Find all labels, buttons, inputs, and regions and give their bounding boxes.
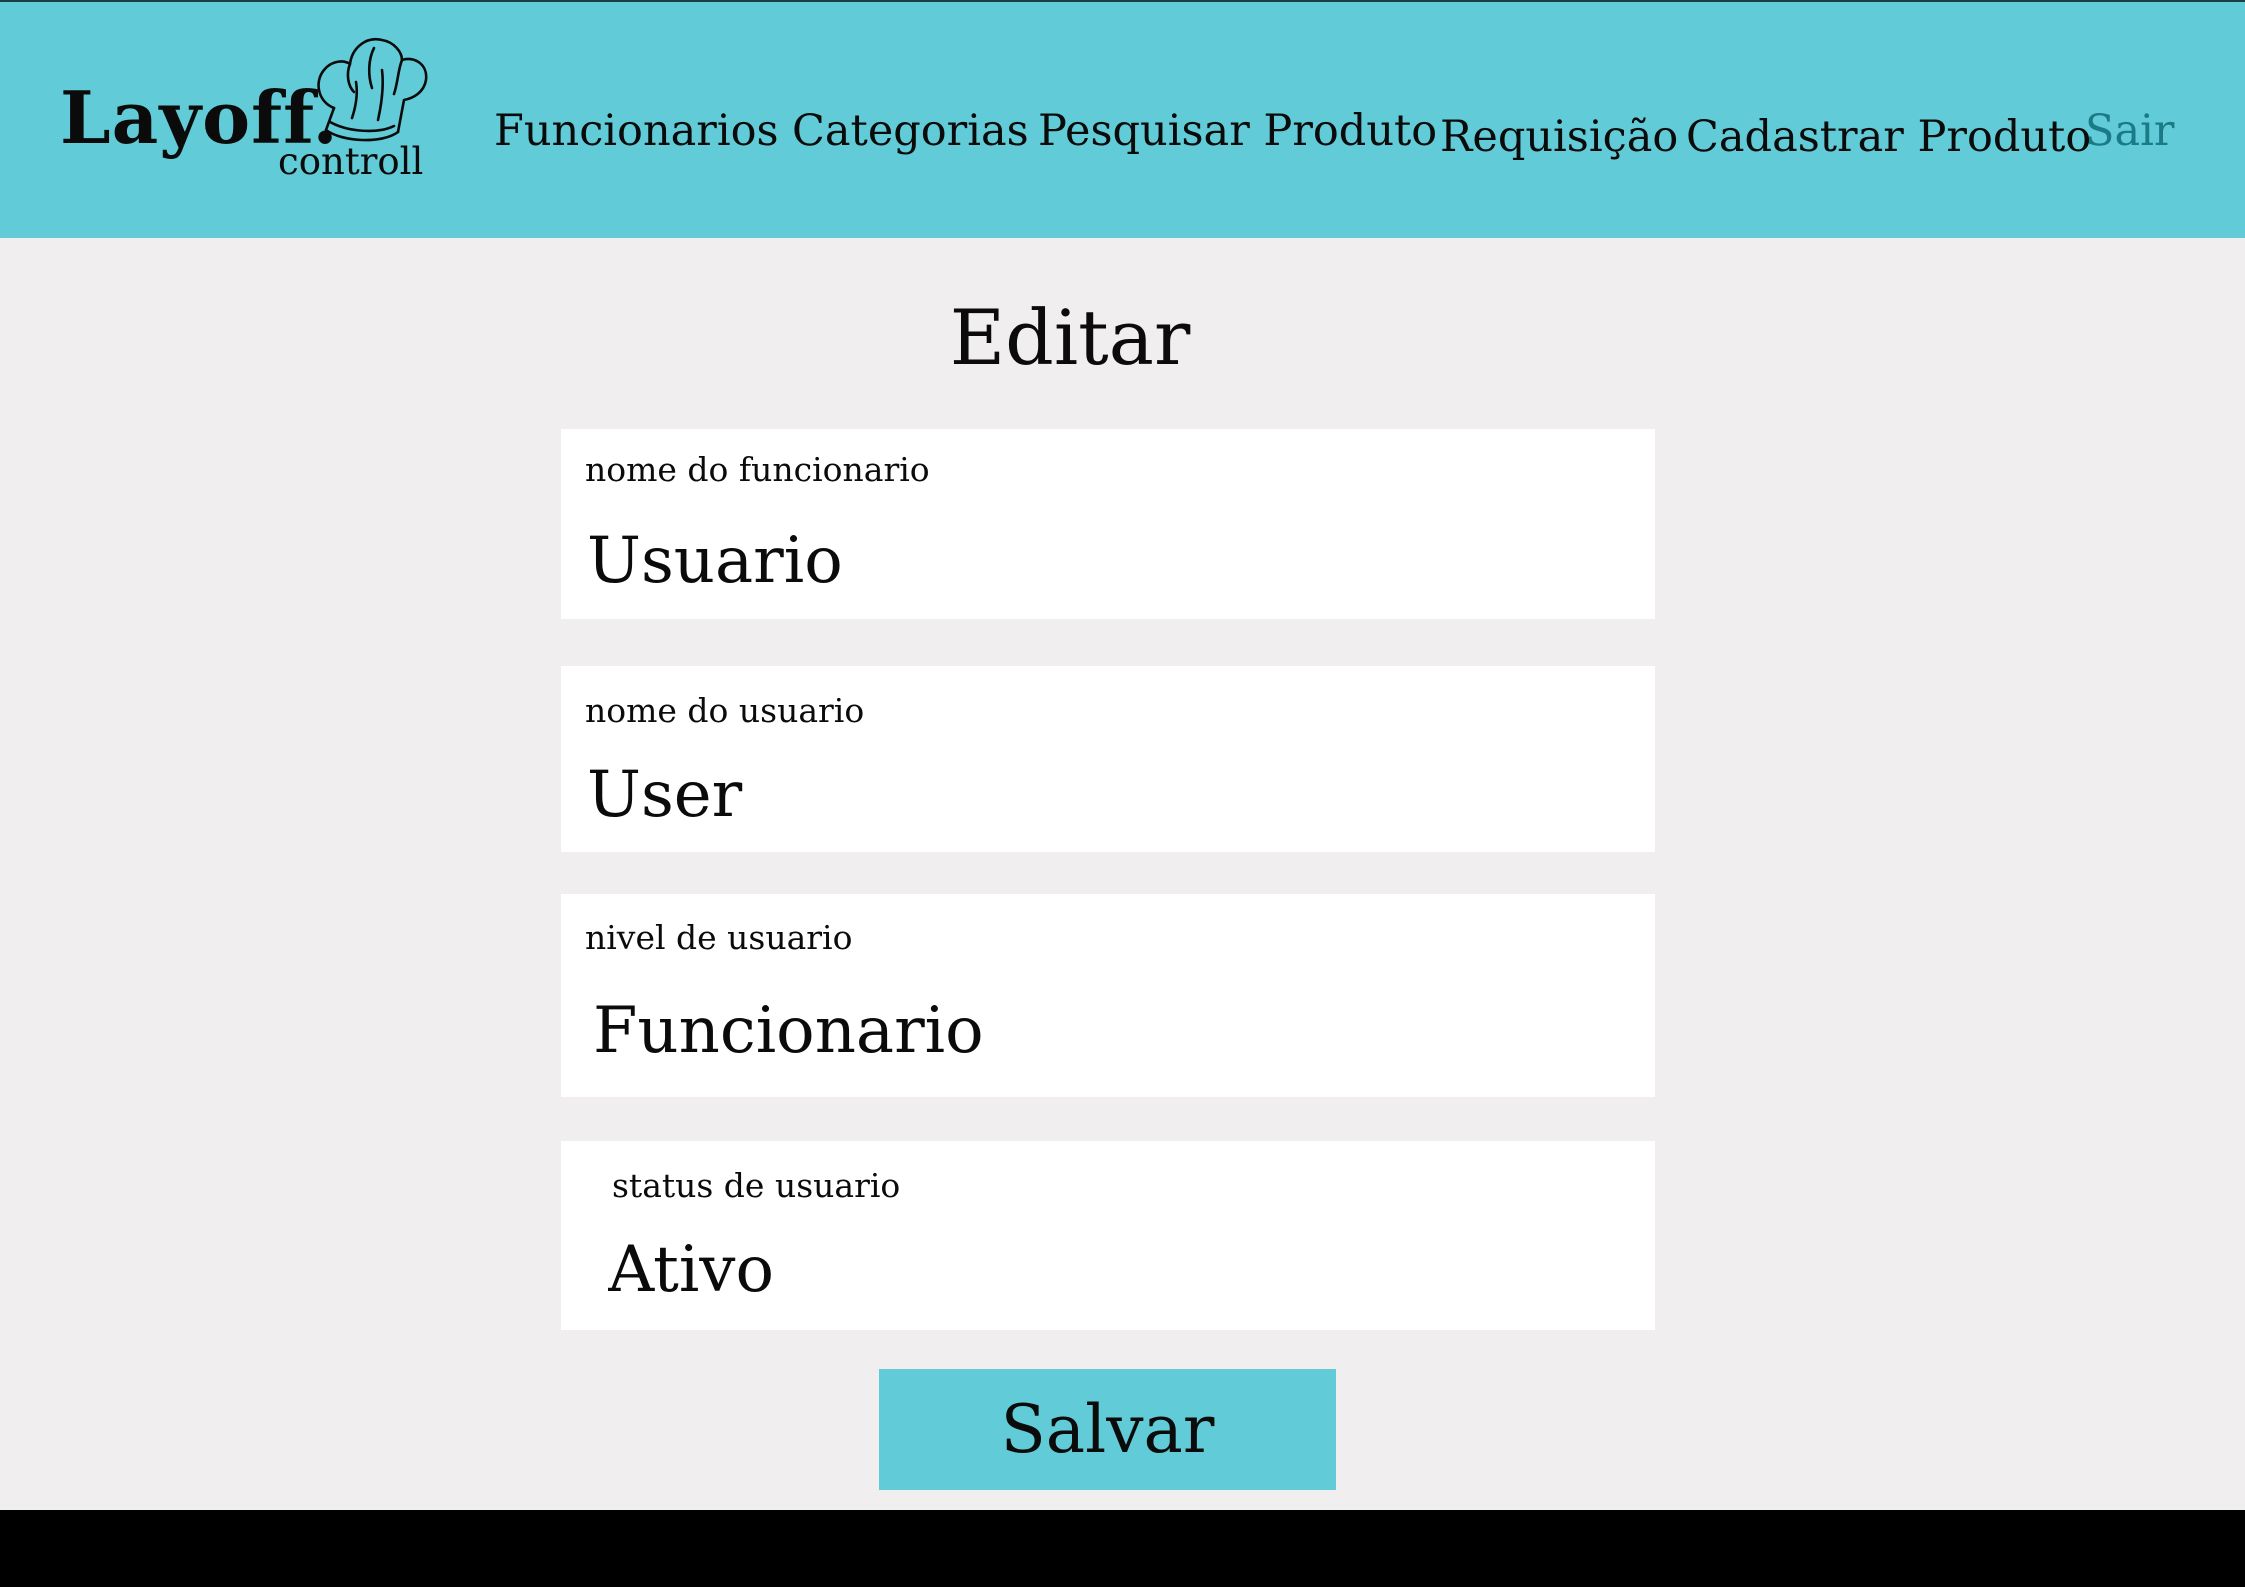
- status-de-usuario-input[interactable]: [608, 1233, 1508, 1307]
- field-label: nome do usuario: [585, 691, 865, 730]
- nome-do-usuario-input[interactable]: [587, 758, 1487, 832]
- nav-categorias[interactable]: Categorias: [792, 110, 1029, 153]
- top-header: Layoff. controll Funcionarios Categorias…: [0, 0, 2245, 238]
- nav-sair-logout[interactable]: Sair: [2085, 110, 2174, 153]
- footer-bar: [0, 1510, 2245, 1587]
- page-title: Editar: [949, 293, 1191, 382]
- field-label: nivel de usuario: [585, 918, 853, 957]
- field-label: nome do funcionario: [585, 450, 930, 489]
- brand-logo[interactable]: Layoff. controll: [60, 30, 440, 190]
- field-status-de-usuario[interactable]: status de usuario: [561, 1141, 1655, 1330]
- nome-do-funcionario-input[interactable]: [587, 524, 1487, 598]
- field-nivel-de-usuario[interactable]: nivel de usuario: [561, 894, 1655, 1097]
- nav-cadastrar-produto[interactable]: Cadastrar Produto: [1686, 116, 2091, 159]
- field-nome-do-funcionario[interactable]: nome do funcionario: [561, 429, 1655, 619]
- nav-funcionarios[interactable]: Funcionarios: [494, 110, 779, 153]
- nivel-de-usuario-input[interactable]: [593, 994, 1493, 1068]
- chef-hat-icon: [317, 37, 428, 142]
- field-label: status de usuario: [612, 1166, 901, 1205]
- field-nome-do-usuario[interactable]: nome do usuario: [561, 666, 1655, 852]
- nav-pesquisar-produto[interactable]: Pesquisar Produto: [1038, 110, 1437, 153]
- nav-requisicao[interactable]: Requisição: [1440, 116, 1678, 159]
- save-button[interactable]: Salvar: [879, 1369, 1336, 1490]
